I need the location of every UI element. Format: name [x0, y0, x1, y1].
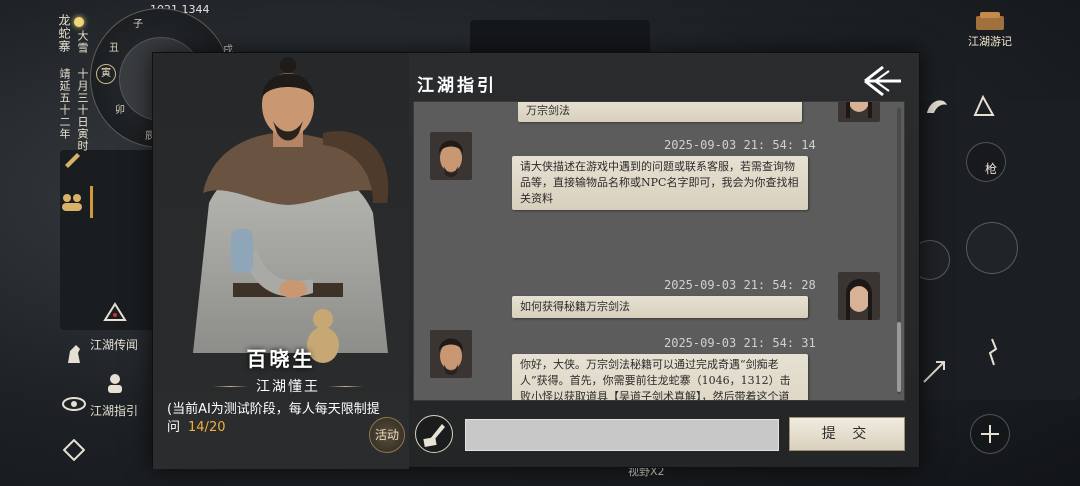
travel-log-icon[interactable] — [972, 10, 1008, 34]
guide-icon[interactable] — [100, 368, 130, 398]
rumors-menu-label[interactable]: 江湖传闻 — [90, 336, 138, 353]
npc-portrait-panel: 百晓生 江湖懂王 (当前AI为测试阶段，每人每天限制提问 14/20 — [153, 53, 409, 469]
npc-message-bubble: 你好，大侠。万宗剑法秘籍可以通过完成奇遇“剑痴老人”获得。首先，你需要前往龙蛇寨… — [512, 354, 808, 400]
activity-button[interactable]: 活动 — [369, 417, 405, 453]
message-timestamp: 2025-09-03 21: 54: 28 — [664, 278, 816, 292]
npc-title-bar: 江湖懂王 — [213, 375, 363, 397]
user-message-bubble: 如何获得秘籍万宗剑法 — [512, 296, 808, 318]
chat-history[interactable]: 万宗剑法 2025-09-03 21: 54: 14 请大侠描述在游戏中遇到的问… — [413, 101, 905, 401]
zodiac-label: 丑 — [109, 43, 119, 54]
ai-limit-count: 14/20 — [188, 420, 226, 435]
user-avatar — [838, 272, 880, 320]
gun-label: 枪 — [984, 161, 997, 176]
dialog-header: 江湖指引 — [409, 53, 921, 101]
quill-icon — [423, 424, 445, 447]
npc-portrait — [193, 57, 389, 363]
npc-title: 江湖懂王 — [256, 379, 320, 395]
dodge-icon[interactable] — [970, 330, 1014, 374]
dialog-title: 江湖指引 — [417, 76, 497, 96]
location-name: 龙蛇寨 — [57, 14, 71, 53]
zodiac-label: 卯 — [115, 105, 125, 116]
back-arrow-icon — [864, 65, 901, 97]
question-input[interactable] — [465, 419, 779, 451]
chat-scroll-thumb[interactable] — [897, 322, 901, 392]
zodiac-label: 子 — [133, 19, 143, 30]
horse-icon[interactable] — [60, 340, 88, 368]
user-message-bubble: 万宗剑法 — [518, 102, 802, 122]
npc-avatar — [430, 330, 472, 378]
message-timestamp: 2025-09-03 21: 54: 14 — [664, 138, 816, 152]
eye-icon[interactable] — [60, 390, 88, 418]
weapon-switch-button[interactable]: 枪 — [966, 142, 1006, 182]
npc-name: 百晓生 — [246, 347, 316, 371]
npc-avatar — [430, 132, 472, 180]
message-timestamp: 2025-09-03 21: 54: 31 — [664, 336, 816, 350]
guide-menu-label[interactable]: 江湖指引 — [90, 402, 138, 419]
quill-button[interactable] — [415, 415, 453, 453]
pet-skill-icon[interactable] — [915, 84, 959, 128]
skill-slot-button[interactable] — [966, 222, 1018, 274]
npc-message-bubble: 请大侠描述在游戏中遇到的问题或联系客服，若需查询物品等，直接输物品名称或NPC名… — [512, 156, 808, 210]
era-label: 靖延五十二年 — [58, 68, 71, 140]
guide-dialog: 百晓生 江湖懂王 (当前AI为测试阶段，每人每天限制提问 14/20 江湖指引 万… — [152, 52, 921, 469]
scroll-icon[interactable] — [58, 146, 86, 174]
chat-scrollbar[interactable] — [897, 108, 901, 394]
weather-label: 大雪 — [76, 30, 89, 54]
current-hour-badge: 寅 — [96, 64, 116, 84]
date-time-label: 十月三十日寅时 — [76, 68, 89, 152]
sun-icon — [74, 17, 84, 27]
ai-limit-notice: (当前AI为测试阶段，每人每天限制提问 14/20 — [167, 401, 387, 437]
user-avatar — [838, 102, 880, 122]
travel-log-label[interactable]: 江湖游记 — [968, 33, 1012, 49]
party-icon[interactable] — [58, 188, 86, 216]
submit-button[interactable]: 提 交 — [789, 417, 905, 451]
party-indicator-bar — [90, 186, 93, 218]
background-structure — [470, 20, 650, 54]
target-lock-button[interactable] — [970, 414, 1010, 454]
diamond-menu-icon[interactable] — [60, 436, 88, 464]
back-button[interactable] — [861, 63, 905, 99]
rumors-icon[interactable] — [100, 298, 130, 328]
martial-skill-icon[interactable] — [962, 84, 1006, 128]
